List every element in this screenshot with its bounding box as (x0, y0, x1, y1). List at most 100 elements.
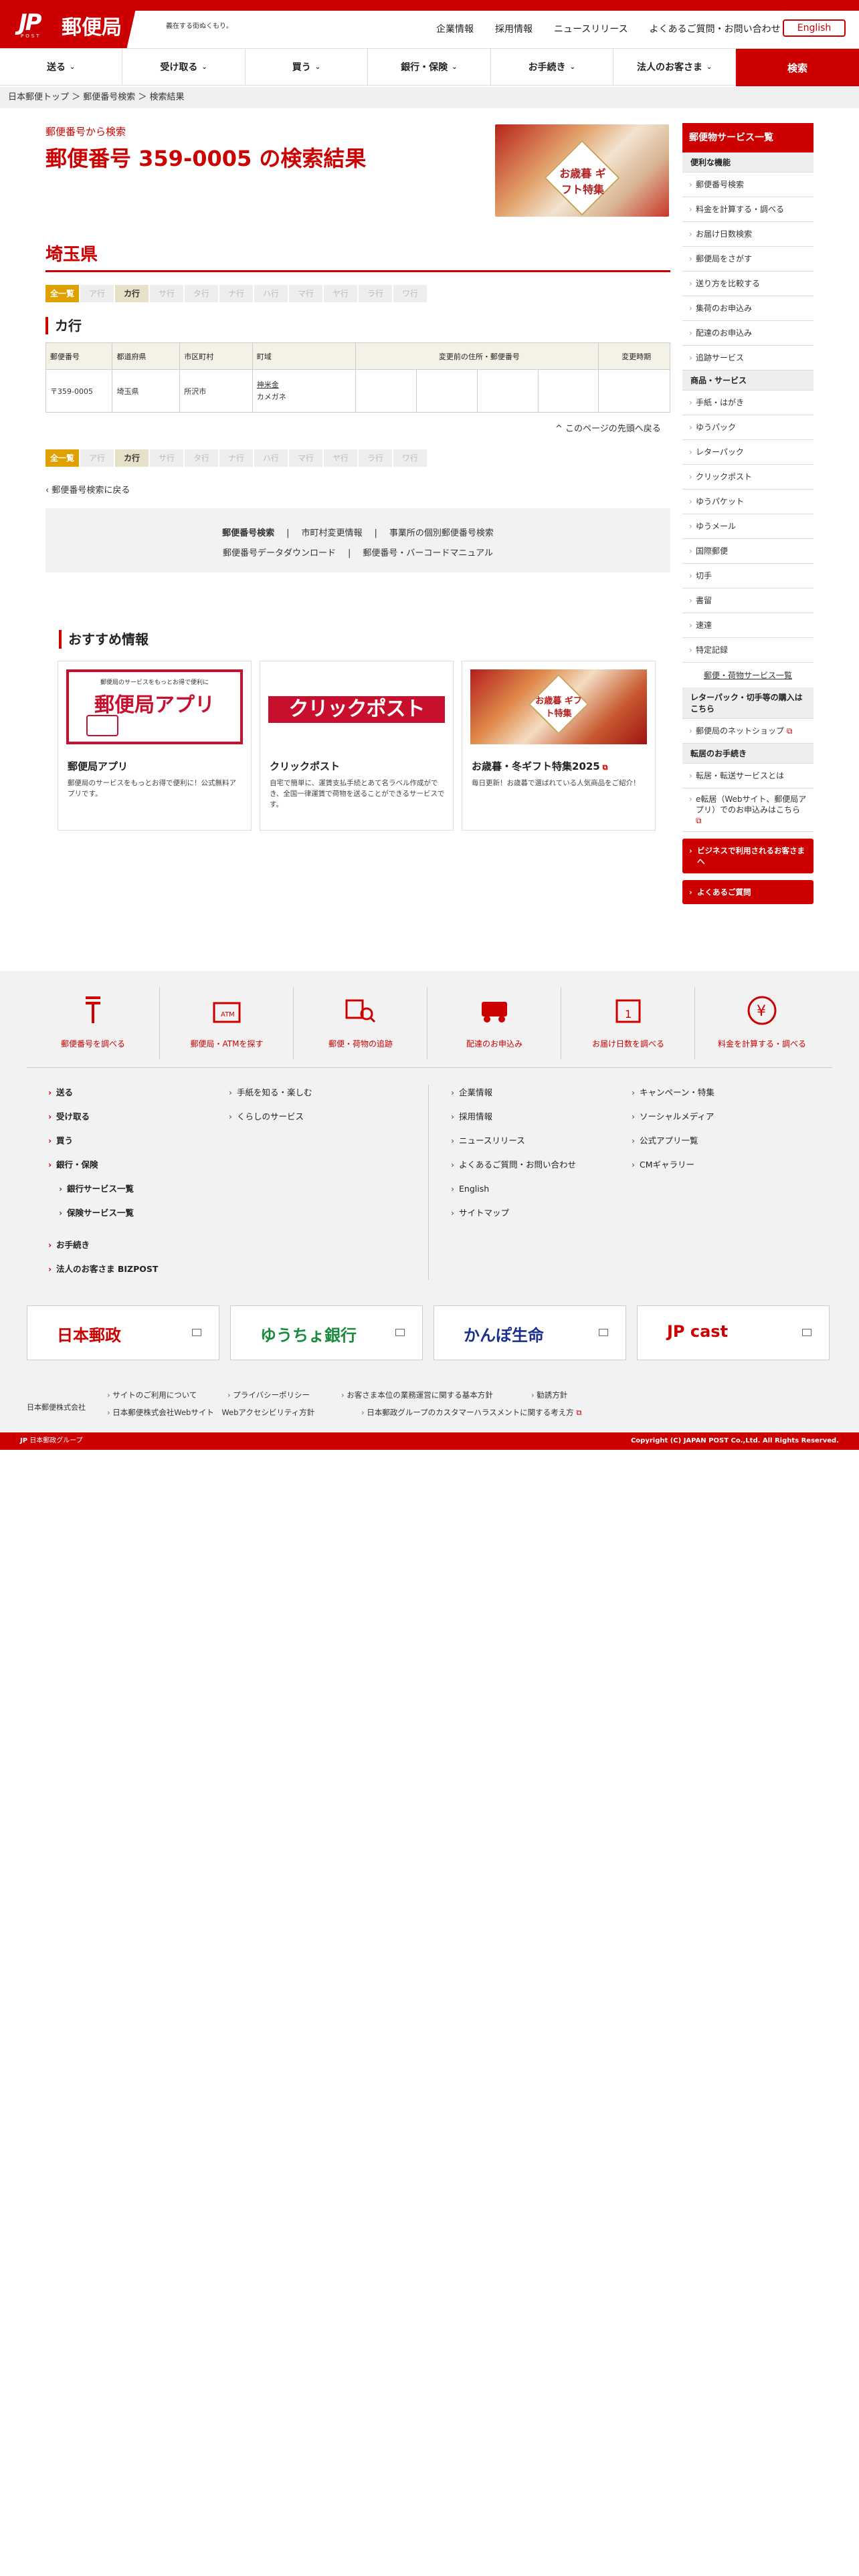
util-link-corporate[interactable]: 企業情報 (436, 22, 474, 35)
gift-badge-text: お歳暮 ギフト特集 (535, 696, 582, 719)
footer-link[interactable]: お手続き (47, 1239, 158, 1263)
footer-link[interactable]: ソーシャルメディア (630, 1110, 714, 1134)
footer-link[interactable]: 銀行・保険 (47, 1158, 158, 1182)
page-top-link[interactable]: ^ このページの先頭へ戻る (555, 421, 661, 434)
prefecture-title: 埼玉県 (45, 245, 98, 265)
quick-find-office[interactable]: ATM 郵便局・ATMを探す (161, 987, 293, 1075)
util-link-news[interactable]: ニュースリリース (554, 22, 628, 35)
quick-delivery-days[interactable]: 1 お届け日数を調べる (562, 987, 694, 1075)
english-button[interactable]: English (783, 19, 846, 37)
link-barcode-manual[interactable]: 郵便番号・バーコードマニュアル (363, 548, 493, 558)
footer-link[interactable]: CMギャラリー (630, 1158, 714, 1182)
business-customers-button[interactable]: ビジネスで利用されるお客さまへ (682, 839, 814, 873)
faq-button[interactable]: よくあるご質問 (682, 880, 814, 904)
link-zip-search[interactable]: 郵便番号検索 (222, 528, 274, 538)
nav-item-buy[interactable]: 買う ⌄ (246, 49, 369, 85)
quick-tracking[interactable]: 郵便・荷物の追跡 (294, 987, 427, 1075)
footer-link[interactable]: 送る (47, 1086, 158, 1110)
sidebar-item[interactable]: 郵便局をさがす (682, 247, 814, 272)
footer-link[interactable]: 買う (47, 1134, 158, 1158)
sidebar-item[interactable]: 料金を計算する・調べる (682, 197, 814, 222)
sidebar-item[interactable]: ゆうメール (682, 514, 814, 539)
legal-link[interactable]: お客さま本位の業務運営に関する基本方針 (341, 1390, 493, 1400)
jp-post-logo[interactable]: JP POST 郵便局 (0, 0, 138, 48)
footer-link[interactable]: English (450, 1182, 576, 1206)
sidebar-head[interactable]: 郵便物サービス一覧 (682, 123, 814, 152)
sidebar-item-netshop[interactable]: 郵便局のネットショップ ⧉ (682, 719, 814, 744)
sidebar-item[interactable]: 配達のお申込み (682, 321, 814, 346)
footer-link[interactable]: よくあるご質問・お問い合わせ (450, 1158, 576, 1182)
sidebar-cat-moving: 転居のお手続き (682, 744, 814, 764)
nav-item-receive[interactable]: 受け取る ⌄ (122, 49, 246, 85)
footer-link[interactable]: 銀行サービス一覧 (47, 1182, 158, 1206)
quick-zip-search[interactable]: 郵便番号を調べる (27, 987, 159, 1075)
card-click-post[interactable]: クリックポスト クリックポスト 自宅で簡単に、運賃支払手続とあて名ラベル作成がで… (260, 661, 454, 831)
footer-link[interactable]: 保険サービス一覧 (47, 1206, 158, 1230)
sidebar-item[interactable]: ゆうパケット (682, 490, 814, 514)
sidebar-item[interactable]: お届け日数検索 (682, 222, 814, 247)
postbox-icon (86, 996, 100, 1023)
sidebar-item[interactable]: 速達 (682, 613, 814, 638)
sidebar-item[interactable]: 転居・転送サービスとは (682, 764, 814, 788)
breadcrumb[interactable]: 日本郵便トップ ＞ 郵便番号検索 ＞ 検索結果 (0, 87, 859, 108)
card-oseibo[interactable]: お歳暮 ギフト特集 お歳暮・冬ギフト特集2025 ⧉ 毎日更新！お歳暮で選ばれて… (462, 661, 656, 831)
sidebar-item-etenkyo[interactable]: e転居（Webサイト、郵便局アプリ）でのお申込みはこちら ⧉ (682, 788, 814, 832)
sidebar-item[interactable]: 書留 (682, 588, 814, 613)
tab-ka[interactable]: カ行 (115, 285, 149, 302)
tab-all[interactable]: 全一覧 (45, 285, 79, 302)
tab-ka[interactable]: カ行 (115, 449, 149, 467)
sidebar-item[interactable]: 追跡サービス (682, 346, 814, 370)
link-zip-download[interactable]: 郵便番号データダウンロード (223, 548, 336, 558)
footer-link[interactable]: ニュースリリース (450, 1134, 576, 1158)
sidebar-item[interactable]: 手紙・はがき (682, 391, 814, 415)
quick-delivery[interactable]: 配達のお申込み (428, 987, 561, 1075)
sidebar-item[interactable]: クリックポスト (682, 465, 814, 490)
footer-link[interactable]: くらしのサービス (227, 1110, 312, 1134)
util-link-recruit[interactable]: 採用情報 (495, 22, 533, 35)
sidebar-item[interactable]: 集荷のお申込み (682, 296, 814, 321)
footer-link[interactable]: 手紙を知る・楽しむ (227, 1086, 312, 1110)
legal-link[interactable]: サイトのご利用について (107, 1390, 197, 1400)
sidebar-item[interactable]: 特定記録 (682, 638, 814, 663)
partner-yucho-bank[interactable]: ゆうちょ銀行 (230, 1305, 423, 1360)
sidebar-item[interactable]: 送り方を比較する (682, 272, 814, 296)
tab-all[interactable]: 全一覧 (45, 449, 79, 467)
nav-item-business[interactable]: 法人のお客さま ⌄ (613, 49, 737, 85)
post-app-image: 郵便局のサービスをもっとお得で便利に 郵便局アプリ (66, 669, 243, 744)
card-post-app[interactable]: 郵便局のサービスをもっとお得で便利に 郵便局アプリ 郵便局アプリ 郵便局のサービ… (58, 661, 252, 831)
search-button[interactable]: 検索 (736, 49, 859, 86)
quick-postage[interactable]: ¥ 料金を計算する・調べる (696, 987, 828, 1075)
legal-link[interactable]: 日本郵便株式会社Webサイト Webアクセシビリティ方針 (107, 1407, 314, 1418)
legal-link[interactable]: 日本郵政グループのカスタマーハラスメントに関する考え方 ⧉ (361, 1407, 581, 1418)
link-municipal-change[interactable]: 市町村変更情報 (301, 528, 362, 538)
town-kana: カメガネ (256, 392, 286, 401)
nav-item-send[interactable]: 送る ⌄ (0, 49, 123, 85)
footer-link[interactable]: 企業情報 (450, 1086, 576, 1110)
sidebar-item[interactable]: ゆうパック (682, 415, 814, 440)
town-link[interactable]: 神米金 (257, 381, 279, 389)
partner-kampo[interactable]: かんぽ生命 (434, 1305, 626, 1360)
sidebar-all-services-link[interactable]: 郵便・荷物サービス一覧 (682, 663, 814, 687)
link-office-zip[interactable]: 事業所の個別郵便番号検索 (389, 528, 494, 538)
footer-link[interactable]: キャンペーン・特集 (630, 1086, 714, 1110)
footer-link[interactable]: 受け取る (47, 1110, 158, 1134)
nav-item-bank[interactable]: 銀行・保険 ⌄ (368, 49, 491, 85)
util-link-faq[interactable]: よくあるご質問・お問い合わせ (650, 22, 781, 35)
footer-link[interactable]: 採用情報 (450, 1110, 576, 1134)
external-link-icon: ⧉ (784, 726, 793, 736)
partner-jpcast[interactable]: JP cast (637, 1305, 830, 1360)
footer-link[interactable]: サイトマップ (450, 1206, 576, 1230)
oseibo-banner[interactable]: お歳暮 ギフト特集 (495, 124, 669, 217)
legal-link[interactable]: 勧誘方針 (531, 1390, 567, 1400)
svg-text:¥: ¥ (757, 1003, 766, 1020)
footer-link[interactable]: 公式アプリ一覧 (630, 1134, 714, 1158)
back-link[interactable]: ‹ 郵便番号検索に戻る (45, 483, 130, 496)
sidebar-item[interactable]: 郵便番号検索 (682, 173, 814, 197)
nav-item-procedures[interactable]: お手続き ⌄ (491, 49, 613, 85)
footer-link[interactable]: 法人のお客さま BIZPOST (47, 1263, 158, 1287)
partner-japanpost-holdings[interactable]: 日本郵政 (27, 1305, 219, 1360)
legal-link[interactable]: プライバシーポリシー (227, 1390, 310, 1400)
sidebar-item[interactable]: レターパック (682, 440, 814, 465)
sidebar-item[interactable]: 国際郵便 (682, 539, 814, 564)
sidebar-item[interactable]: 切手 (682, 564, 814, 588)
